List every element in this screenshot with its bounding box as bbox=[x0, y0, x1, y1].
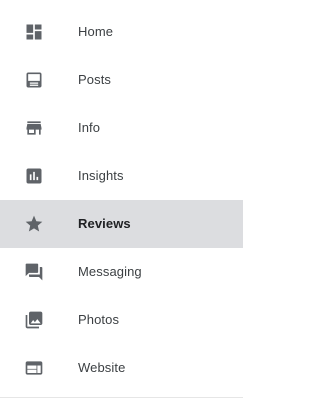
sidebar-item-label: Insights bbox=[78, 168, 124, 183]
star-icon bbox=[24, 214, 44, 234]
sidebar-item-label: Posts bbox=[78, 72, 112, 87]
sidebar-item-posts[interactable]: Posts bbox=[0, 56, 243, 104]
chat-icon bbox=[24, 262, 44, 282]
sidebar-item-home[interactable]: Home bbox=[0, 8, 243, 56]
sidebar-item-info[interactable]: Info bbox=[0, 104, 243, 152]
sidebar-item-photos[interactable]: Photos bbox=[0, 296, 243, 344]
sidebar-item-label: Website bbox=[78, 360, 126, 375]
web-icon bbox=[24, 358, 44, 378]
sidebar-nav: Home Posts Info Insights Reviews Messagi… bbox=[0, 0, 243, 398]
bar-chart-icon bbox=[24, 166, 44, 186]
sidebar-item-insights[interactable]: Insights bbox=[0, 152, 243, 200]
photo-library-icon bbox=[24, 310, 44, 330]
sidebar-item-label: Info bbox=[78, 120, 101, 135]
posts-icon bbox=[24, 70, 44, 90]
sidebar-item-website[interactable]: Website bbox=[0, 344, 243, 392]
sidebar-item-messaging[interactable]: Messaging bbox=[0, 248, 243, 296]
sidebar-item-label: Home bbox=[78, 24, 114, 39]
sidebar-item-label: Photos bbox=[78, 312, 120, 327]
sidebar-item-label: Reviews bbox=[78, 216, 131, 231]
dashboard-icon bbox=[24, 22, 44, 42]
storefront-icon bbox=[24, 118, 44, 138]
sidebar-item-label: Messaging bbox=[78, 264, 142, 279]
sidebar-item-reviews[interactable]: Reviews bbox=[0, 200, 243, 248]
